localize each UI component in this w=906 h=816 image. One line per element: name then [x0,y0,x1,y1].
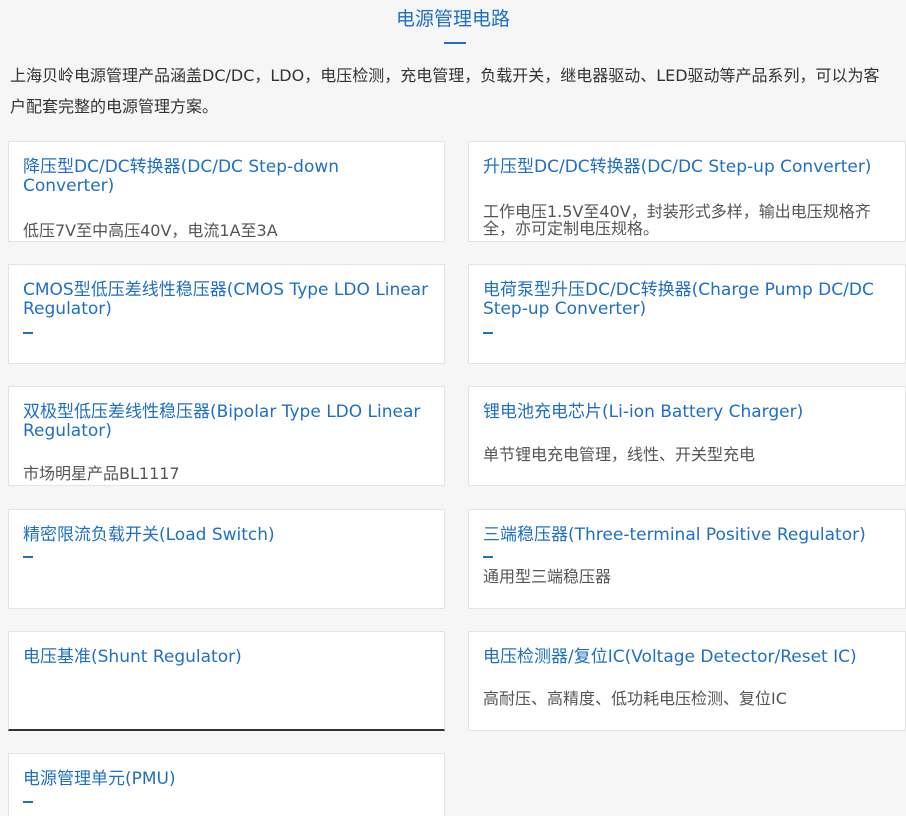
card-description: 工作电压1.5V至40V，封装形式多样，输出电压规格齐全，亦可定制电压规格。 [483,202,871,238]
product-card-step-down[interactable]: 降压型DC/DC转换器(DC/DC Step-down Converter) 低… [8,141,445,242]
product-card-shunt-regulator[interactable]: 电压基准(Shunt Regulator) [8,631,445,731]
card-title[interactable]: 电压基准(Shunt Regulator) [23,648,434,667]
title-underline [444,42,466,44]
card-title[interactable]: 电源管理单元(PMU) [23,770,434,789]
product-card-voltage-detector[interactable]: 电压检测器/复位IC(Voltage Detector/Reset IC) 高耐… [468,631,906,731]
product-card-three-terminal[interactable]: 三端稳压器(Three-terminal Positive Regulator)… [468,509,906,609]
product-card-bipolar-ldo[interactable]: 双极型低压差线性稳压器(Bipolar Type LDO Linear Regu… [8,386,445,486]
card-title[interactable]: 精密限流负载开关(Load Switch) [23,526,434,545]
product-card-cmos-ldo[interactable]: CMOS型低压差线性稳压器(CMOS Type LDO Linear Regul… [8,264,445,364]
card-description: 市场明星产品BL1117 [23,464,180,483]
product-card-charge-pump[interactable]: 电荷泵型升压DC/DC转换器(Charge Pump DC/DC Step-up… [468,264,906,364]
page-title: 电源管理电路 [395,8,510,30]
card-title[interactable]: 降压型DC/DC转换器(DC/DC Step-down Converter) [23,158,434,196]
card-title[interactable]: 升压型DC/DC转换器(DC/DC Step-up Converter) [483,158,895,177]
card-dash [483,332,493,334]
card-dash [483,556,493,558]
card-title[interactable]: CMOS型低压差线性稳压器(CMOS Type LDO Linear Regul… [23,281,434,319]
card-title[interactable]: 锂电池充电芯片(Li-ion Battery Charger) [483,403,895,422]
product-card-step-up[interactable]: 升压型DC/DC转换器(DC/DC Step-up Converter) 工作电… [468,141,906,242]
card-dash [23,801,33,803]
card-description: 高耐压、高精度、低功耗电压检测、复位IC [483,689,787,708]
product-card-load-switch[interactable]: 精密限流负载开关(Load Switch) [8,509,445,609]
card-description: 通用型三端稳压器 [483,567,612,586]
card-dash [23,332,33,334]
card-description: 低压7V至中高压40V，电流1A至3A [23,221,278,240]
product-card-li-ion-charger[interactable]: 锂电池充电芯片(Li-ion Battery Charger) 单节锂电充电管理… [468,386,906,486]
intro-text: 上海贝岭电源管理产品涵盖DC/DC，LDO，电压检测，充电管理，负载开关，继电器… [10,66,880,116]
card-title[interactable]: 电荷泵型升压DC/DC转换器(Charge Pump DC/DC Step-up… [483,281,895,319]
product-card-pmu[interactable]: 电源管理单元(PMU) [8,753,445,816]
card-description: 单节锂电充电管理，线性、开关型充电 [483,445,756,464]
card-dash [23,556,33,558]
card-title[interactable]: 电压检测器/复位IC(Voltage Detector/Reset IC) [483,648,895,667]
card-title[interactable]: 双极型低压差线性稳压器(Bipolar Type LDO Linear Regu… [23,403,434,441]
card-title[interactable]: 三端稳压器(Three-terminal Positive Regulator) [483,526,895,545]
